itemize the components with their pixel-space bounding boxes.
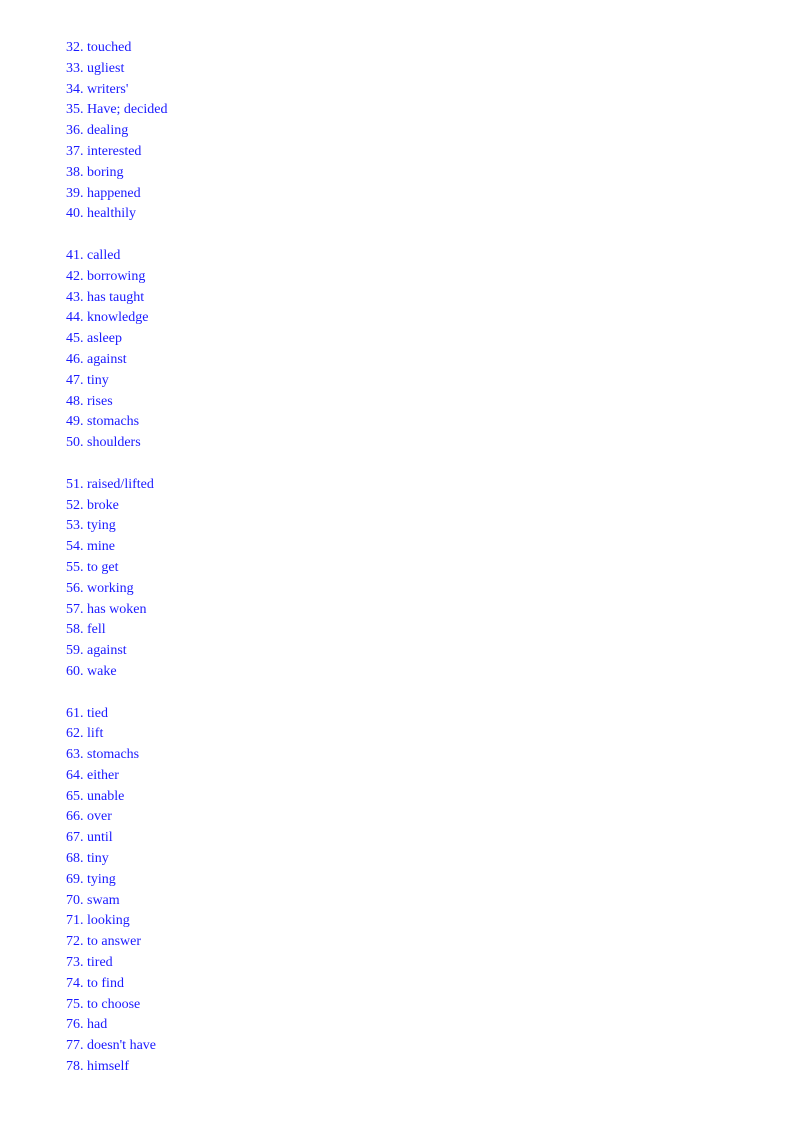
answer-item: 44. knowledge (66, 310, 149, 326)
answer-item: 58. fell (66, 622, 106, 638)
answer-item: 68. tiny (66, 851, 109, 867)
answer-item: 62. lift (66, 726, 104, 742)
answer-group: 32. touched 33. ugliest 34. writers' 35. Ha… (66, 38, 167, 225)
answer-item: 73. tired (66, 955, 113, 971)
answer-item: 78. himself (66, 1059, 129, 1075)
answer-item: 71. looking (66, 913, 130, 929)
answer-list: 32. touched 33. ugliest 34. writers' 35. Ha… (66, 38, 167, 1078)
answer-item: 32. touched (66, 40, 132, 55)
answer-item: 45. asleep (66, 331, 122, 347)
answer-item: 65. unable (66, 788, 125, 804)
answer-item: 36. dealing (66, 123, 129, 139)
answer-item: 76. had (66, 1017, 108, 1033)
answer-item: 53. tying (66, 518, 116, 534)
answer-item: 75. to choose (66, 996, 141, 1012)
answer-item: 54. mine (66, 539, 115, 555)
answer-item: 72. to answer (66, 934, 142, 950)
answer-item: 61. tied (66, 705, 108, 721)
answer-item: 50. shoulders (66, 435, 141, 451)
answer-item: 67. until (66, 830, 113, 846)
answer-item: 34. writers' (66, 81, 129, 97)
answer-item: 41. called (66, 247, 121, 263)
answer-item: 70. swam (66, 892, 120, 908)
answer-item: 46. against (66, 351, 127, 367)
answer-item: 66. over (66, 809, 112, 825)
answer-item: 51. raised/lifted (66, 476, 154, 492)
answer-item: 55. to get (66, 559, 119, 575)
answer-item: 49. stomachs (66, 414, 140, 430)
answer-item: 42. borrowing (66, 268, 146, 284)
answer-item: 40. healthily (66, 206, 136, 222)
answer-group: 41. called 42. borrowing 43. has taught 44.… (66, 246, 167, 454)
answer-item: 39. happened (66, 185, 141, 201)
answer-item: 47. tiny (66, 372, 109, 388)
answer-item: 37. interested (66, 143, 142, 159)
answer-item: 77. doesn't have (66, 1038, 157, 1054)
answer-item: 64. either (66, 767, 119, 783)
answer-item: 69. tying (66, 871, 116, 887)
answer-item: 63. stomachs (66, 747, 140, 763)
answer-item: 57. has woken (66, 601, 147, 617)
answer-item: 59. against (66, 643, 127, 659)
answer-item: 43. has taught (66, 289, 145, 305)
answer-item: 35. Have; decided (66, 102, 168, 118)
answer-item: 52. broke (66, 497, 119, 513)
answer-item: 38. boring (66, 164, 124, 180)
answer-item: 60. wake (66, 663, 117, 679)
answer-item: 74. to find (66, 975, 124, 991)
answer-group: 51. raised/lifted 52. broke 53. tying 54. m… (66, 475, 167, 683)
answer-item: 56. working (66, 580, 134, 596)
answer-item: 48. rises (66, 393, 113, 409)
answer-item: 33. ugliest (66, 60, 125, 76)
answer-group: 61. tied 62. lift 63. stomachs 64. either 65… (66, 704, 167, 1078)
